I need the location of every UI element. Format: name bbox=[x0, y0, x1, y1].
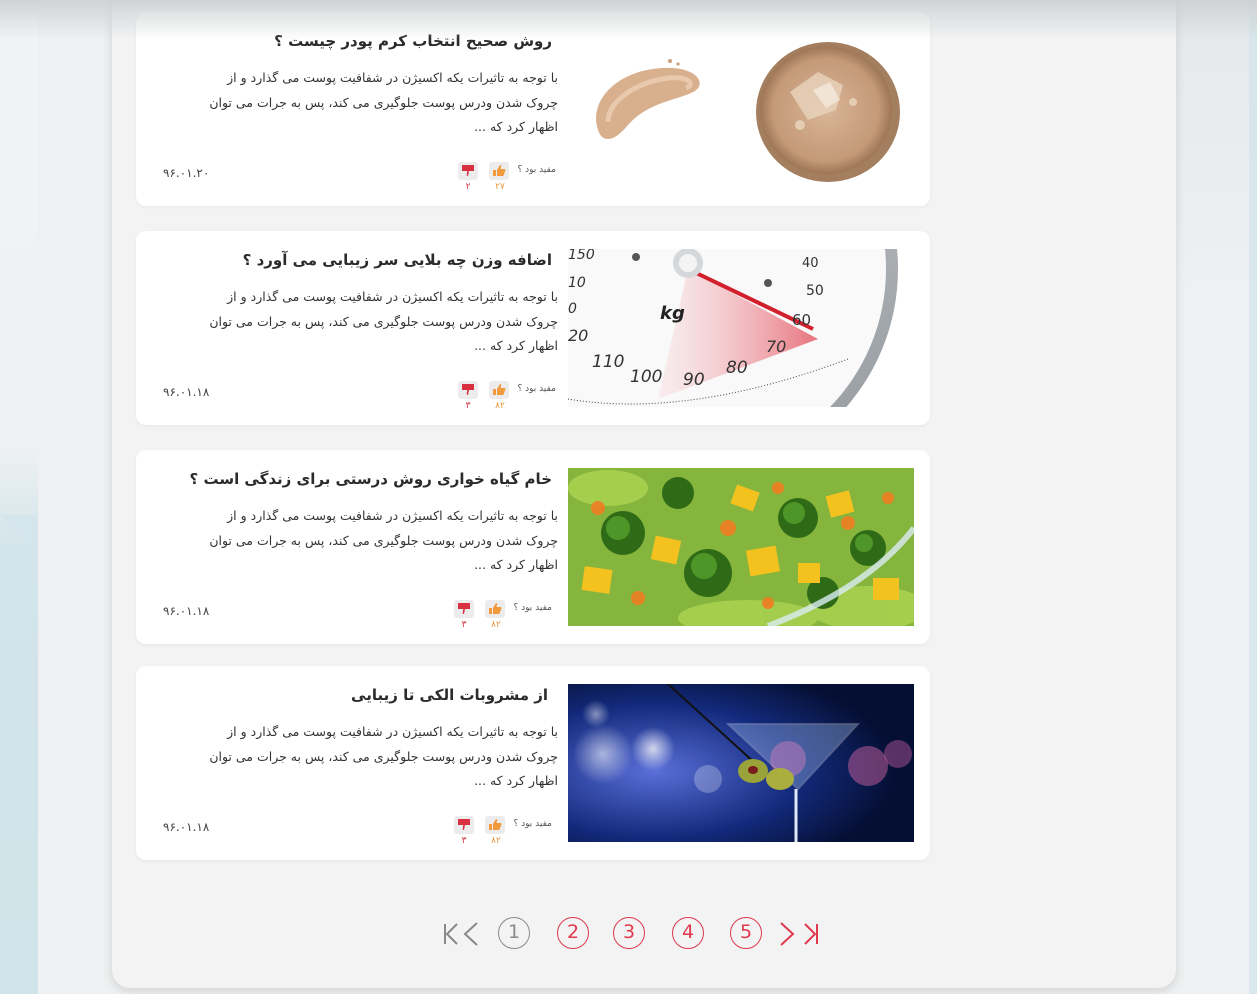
article-date: ۹۶.۰۱.۱۸ bbox=[163, 604, 210, 618]
prev-page-icon[interactable] bbox=[462, 919, 480, 949]
page-5-button[interactable]: 5 bbox=[730, 917, 762, 949]
thumbs-down-button[interactable] bbox=[454, 600, 474, 618]
article-excerpt: با توجه به تاثیرات یکه اکسیژن در شفافیت … bbox=[209, 289, 558, 353]
page-3-button[interactable]: 3 bbox=[613, 917, 645, 949]
right-background bbox=[1176, 0, 1257, 994]
scale-label: 150 bbox=[568, 249, 595, 263]
dislikes-count: ۲ bbox=[465, 182, 471, 192]
thumbs-down-icon bbox=[462, 165, 474, 176]
article-title[interactable]: روش صحیح انتخاب کرم پودر چیست ؟ bbox=[172, 32, 552, 50]
martini-glass-image[interactable] bbox=[568, 684, 914, 842]
scale-unit: kg bbox=[660, 303, 685, 324]
thumbs-down-icon bbox=[462, 384, 474, 395]
article-title[interactable]: خام گیاه خواری روش درستی برای زندگی است … bbox=[172, 470, 552, 488]
thumbs-down-button[interactable] bbox=[454, 816, 474, 834]
thumbs-down-button[interactable] bbox=[458, 381, 478, 399]
scale-label: 20 bbox=[568, 326, 588, 345]
helpful-label: مفید بود ؟ bbox=[513, 603, 552, 613]
thumbs-up-button[interactable] bbox=[489, 162, 509, 180]
scale-label: 90 bbox=[683, 370, 705, 390]
thumbs-down-button[interactable] bbox=[458, 162, 478, 180]
helpful-label: مفید بود ؟ bbox=[513, 819, 552, 829]
foundation-powder-image[interactable] bbox=[568, 30, 914, 188]
article-title[interactable]: اضافه وزن چه بلایی سر زیبایی می آورد ؟ bbox=[172, 251, 552, 269]
article-date: ۹۶.۰۱.۲۰ bbox=[163, 166, 210, 180]
scale-label: 110 bbox=[592, 352, 624, 372]
scale-label: 40 bbox=[802, 256, 819, 271]
likes-count: ۲۷ bbox=[495, 182, 505, 192]
dislikes-count: ۳ bbox=[461, 836, 467, 846]
scale-label: 50 bbox=[806, 283, 824, 299]
helpful-label: مفید بود ؟ bbox=[517, 165, 556, 175]
scale-label: 80 bbox=[726, 358, 748, 378]
dislikes-count: ۳ bbox=[461, 620, 467, 630]
article-card[interactable]: 150 10 0 20 110 100 90 80 70 60 50 40 kg… bbox=[136, 231, 930, 425]
article-excerpt: با توجه به تاثیرات یکه اکسیژن در شفافیت … bbox=[209, 508, 558, 572]
article-card[interactable]: از مشروبات الکی تا زیبایی با توجه به تاث… bbox=[136, 666, 930, 860]
article-card[interactable]: خام گیاه خواری روش درستی برای زندگی است … bbox=[136, 450, 930, 644]
scale-label: 70 bbox=[766, 337, 786, 356]
helpful-rating: مفید بود ؟ ۸۲ ۳ bbox=[454, 381, 564, 417]
left-background-strip bbox=[0, 0, 38, 994]
page-2-button[interactable]: 2 bbox=[557, 917, 589, 949]
thumbs-down-icon bbox=[458, 819, 470, 830]
thumbs-up-button[interactable] bbox=[485, 600, 505, 618]
thumbs-up-button[interactable] bbox=[489, 381, 509, 399]
article-excerpt: با توجه به تاثیرات یکه اکسیژن در شفافیت … bbox=[209, 724, 558, 788]
likes-count: ۸۲ bbox=[491, 836, 501, 846]
scale-label: 10 bbox=[568, 275, 586, 291]
right-accent-strip bbox=[1249, 0, 1257, 994]
next-page-icon[interactable] bbox=[778, 919, 796, 949]
helpful-rating: مفید بود ؟ ۲۷ ۲ bbox=[454, 162, 564, 198]
left-decor-wedge bbox=[0, 515, 38, 555]
pagination: 1 2 3 4 5 bbox=[440, 917, 830, 957]
thumbs-down-icon bbox=[458, 603, 470, 614]
article-excerpt: با توجه به تاثیرات یکه اکسیژن در شفافیت … bbox=[209, 70, 558, 134]
weight-scale-image[interactable]: 150 10 0 20 110 100 90 80 70 60 50 40 kg bbox=[568, 249, 914, 407]
thumbs-up-icon bbox=[493, 165, 506, 176]
helpful-label: مفید بود ؟ bbox=[517, 384, 556, 394]
scale-label: 60 bbox=[792, 311, 811, 329]
thumbs-up-icon bbox=[489, 819, 502, 830]
article-card[interactable]: روش صحیح انتخاب کرم پودر چیست ؟ با توجه … bbox=[136, 12, 930, 206]
scale-label: 0 bbox=[568, 301, 577, 317]
last-page-icon[interactable] bbox=[802, 919, 820, 949]
helpful-rating: مفید بود ؟ ۸۲ ۳ bbox=[450, 816, 560, 852]
article-date: ۹۶.۰۱.۱۸ bbox=[163, 820, 210, 834]
article-title[interactable]: از مشروبات الکی تا زیبایی bbox=[168, 686, 548, 704]
first-page-icon[interactable] bbox=[442, 919, 460, 949]
helpful-rating: مفید بود ؟ ۸۲ ۳ bbox=[450, 600, 560, 636]
thumbs-up-button[interactable] bbox=[485, 816, 505, 834]
page-4-button[interactable]: 4 bbox=[672, 917, 704, 949]
dislikes-count: ۳ bbox=[465, 401, 471, 411]
thumbs-up-icon bbox=[493, 384, 506, 395]
thumbs-up-icon bbox=[489, 603, 502, 614]
scale-label: 100 bbox=[630, 367, 662, 387]
vegetable-salad-image[interactable] bbox=[568, 468, 914, 626]
likes-count: ۸۲ bbox=[495, 401, 505, 411]
likes-count: ۸۲ bbox=[491, 620, 501, 630]
page-1-button[interactable]: 1 bbox=[498, 917, 530, 949]
article-date: ۹۶.۰۱.۱۸ bbox=[163, 385, 210, 399]
